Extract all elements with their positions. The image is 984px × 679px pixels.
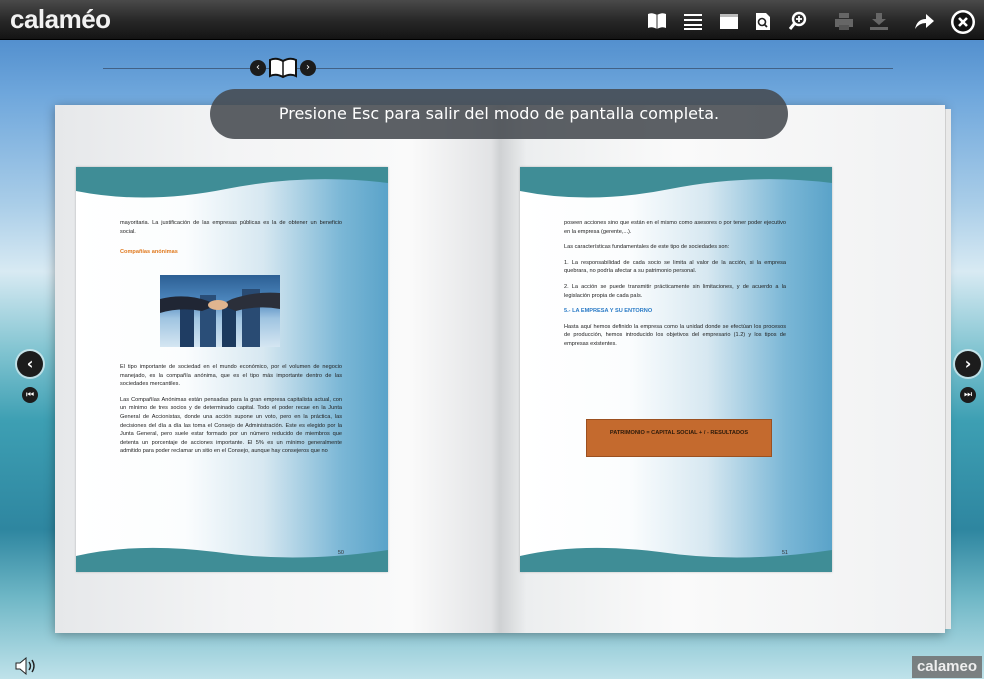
page-50[interactable]: mayoritaria. La justificación de las emp… [76,167,388,572]
print-icon[interactable] [833,11,855,31]
sound-icon[interactable] [14,657,38,675]
paragraph: Hasta aquí hemos definido la empresa com… [564,323,786,347]
handshake-image [160,275,280,347]
last-page-button[interactable]: ⏭ [960,387,976,403]
bottom-wave-decoration [520,547,832,572]
list-view-icon[interactable] [682,11,704,31]
paragraph: poseen acciones sino que están en el mis… [564,220,786,235]
page-stack-edge [945,109,951,629]
paragraph: mayoritaria. La justificación de las emp… [120,220,342,235]
share-icon[interactable] [913,11,935,31]
paragraph: Las características fundamentales de est… [564,244,730,251]
window-icon[interactable] [718,11,740,31]
paragraph: 2. La acción se puede transmitir práctic… [564,283,786,299]
fullscreen-notice: Presione Esc para salir del modo de pant… [210,89,788,139]
bottom-wave-decoration [76,547,388,572]
next-page-button[interactable]: › [955,351,981,377]
page-51[interactable]: poseen acciones sino que están en el mis… [520,167,832,572]
top-wave-decoration [520,167,832,198]
section-heading: Compañías anónimas [120,249,178,256]
top-wave-decoration [76,167,388,198]
paragraph: 1. La responsabilidad de cada socio se l… [564,259,786,275]
zoom-icon[interactable] [787,11,809,31]
first-page-button[interactable]: ⏮ [22,387,38,403]
section-heading: 5.- LA EMPRESA Y SU ENTORNO [564,308,653,315]
chevron-left-icon[interactable]: ‹ [250,60,266,76]
book-view-icon[interactable] [646,11,668,31]
book-icon[interactable] [268,57,298,79]
paragraph: El tipo importante de sociedad en el mun… [120,364,342,388]
formula-box: PATRIMONIO = CAPITAL SOCIAL + / - RESULT… [586,419,772,457]
page-scrubber[interactable] [103,68,893,69]
calameo-badge[interactable]: calameo [912,656,982,678]
calameo-logo[interactable]: calaméo [10,4,111,35]
search-page-icon[interactable] [752,11,774,31]
top-toolbar: calaméo [0,0,984,40]
paragraph: Las Compañías Anónimas están pensadas pa… [120,396,342,455]
chevron-right-icon[interactable]: › [300,60,316,76]
close-icon[interactable] [950,9,976,35]
download-icon[interactable] [868,11,890,31]
page-navigator: ‹ › [250,57,316,79]
previous-page-button[interactable]: ‹ [17,351,43,377]
